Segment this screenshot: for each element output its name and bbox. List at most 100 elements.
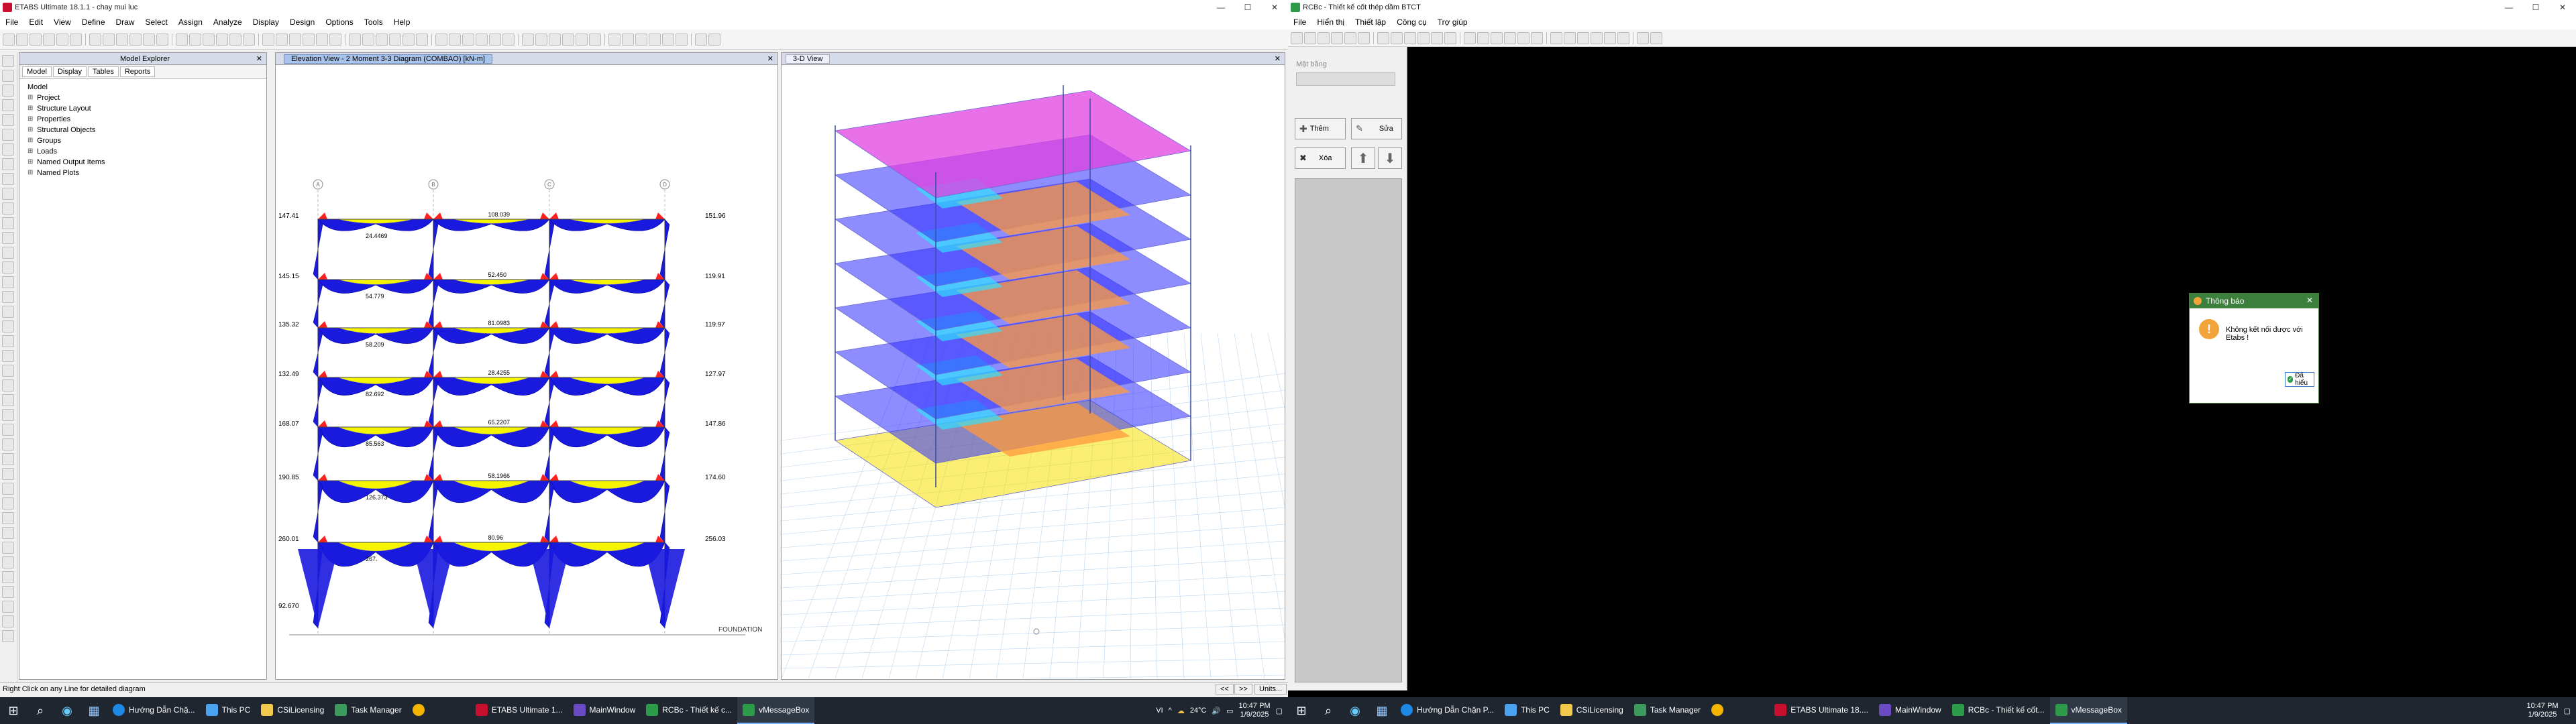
toolbar-tool-icon[interactable] (2, 202, 14, 215)
toolbar-tool-icon[interactable] (576, 33, 588, 46)
tree-item-loads[interactable]: Loads (25, 146, 261, 157)
network-icon[interactable]: ▭ (1226, 707, 1233, 715)
nav-next-button[interactable]: >> (1234, 684, 1252, 695)
toolbar-tool-icon[interactable] (1417, 32, 1430, 44)
units-button[interactable]: Units... (1254, 684, 1287, 695)
toolbar-tool-icon[interactable] (376, 33, 388, 46)
toolbar-tool-icon[interactable] (216, 33, 228, 46)
close-icon[interactable]: ✕ (2549, 0, 2576, 15)
toolbar-tool-icon[interactable] (622, 33, 634, 46)
toolbar-tool-icon[interactable] (176, 33, 188, 46)
taskbar-item-this-pc[interactable]: This PC (201, 697, 256, 724)
toolbar-tool-icon[interactable] (1377, 32, 1389, 44)
app-icon-colorful[interactable]: ◉ (54, 697, 80, 724)
toolbar-tool-icon[interactable] (103, 33, 115, 46)
tree-item-structural-objects[interactable]: Structural Objects (25, 125, 261, 135)
toolbar-tool-icon[interactable] (316, 33, 328, 46)
toolbar-tool-icon[interactable] (2, 173, 14, 185)
toolbar-tool-icon[interactable] (2, 453, 14, 465)
menu-draw[interactable]: Draw (111, 17, 140, 27)
toolbar-tool-icon[interactable] (2, 601, 14, 613)
toolbar-tool-icon[interactable] (2, 379, 14, 391)
taskbar-item-chrome[interactable] (407, 697, 430, 724)
toolbar-tool-icon[interactable] (2, 571, 14, 583)
toolbar-tool-icon[interactable] (649, 33, 661, 46)
toolbar-tool-icon[interactable] (2, 217, 14, 229)
maximize-icon[interactable]: ☐ (1234, 0, 1261, 15)
windows-start-icon[interactable]: ⊞ (0, 697, 27, 724)
moment-diagram-canvas[interactable]: A B C D FOUNDATION 147.41 145.15 135.32 132.49 16… (276, 65, 777, 678)
toolbar-tool-icon[interactable] (1404, 32, 1416, 44)
chevron-up-icon[interactable]: ^ (1169, 707, 1172, 715)
taskbar-item-edge[interactable]: Hướng Dẫn Chặ... (107, 697, 201, 724)
edit-button[interactable]: ✎ Sửa (1351, 118, 1402, 139)
elevation-view-tab[interactable]: Elevation View - 2 Moment 3-3 Diagram (C… (284, 54, 492, 64)
toolbar-tool-icon[interactable] (289, 33, 301, 46)
menu-design[interactable]: Design (284, 17, 320, 27)
taskbar-item-mainwindow[interactable]: MainWindow (568, 697, 641, 724)
toolbar-tool-icon[interactable] (1637, 32, 1649, 44)
close-icon[interactable]: ✕ (1261, 0, 1288, 15)
tab-display[interactable]: Display (52, 66, 87, 77)
toolbar-tool-icon[interactable] (476, 33, 488, 46)
toolbar-tool-icon[interactable] (1617, 32, 1629, 44)
toolbar-tool-icon[interactable] (89, 33, 101, 46)
taskbar-item-csilicensing[interactable]: CSiLicensing (1555, 697, 1629, 724)
toolbar-tool-icon[interactable] (1477, 32, 1489, 44)
tree-item-project[interactable]: Project (25, 93, 261, 103)
notification-icon[interactable]: ▢ (1276, 707, 1283, 715)
toolbar-tool-icon[interactable] (535, 33, 547, 46)
toolbar-tool-icon[interactable] (435, 33, 447, 46)
toolbar-tool-icon[interactable] (2, 468, 14, 480)
volume-icon[interactable]: 🔊 (1212, 707, 1221, 715)
taskbar-item-edge[interactable]: Hướng Dẫn Chặn P... (1395, 697, 1499, 724)
toolbar-tool-icon[interactable] (2, 291, 14, 303)
toolbar-tool-icon[interactable] (2, 483, 14, 495)
toolbar-tool-icon[interactable] (708, 33, 720, 46)
toolbar-tool-icon[interactable] (2, 424, 14, 436)
toolbar-tool-icon[interactable] (1291, 32, 1303, 44)
calendar-icon[interactable]: ▦ (80, 697, 107, 724)
toolbar-tool-icon[interactable] (449, 33, 461, 46)
menu-file[interactable]: File (0, 17, 23, 27)
toolbar-tool-icon[interactable] (502, 33, 515, 46)
tree-item-properties[interactable]: Properties (25, 114, 261, 125)
menu-help[interactable]: Trợ giúp (1432, 17, 1473, 27)
close-icon[interactable]: ✕ (256, 54, 262, 63)
toolbar-tool-icon[interactable] (1431, 32, 1443, 44)
app-icon-colorful[interactable]: ◉ (1342, 697, 1368, 724)
taskbar-item-etabs[interactable]: ETABS Ultimate 18.... (1769, 697, 1874, 724)
menu-settings[interactable]: Thiết lập (1350, 17, 1391, 27)
toolbar-tool-icon[interactable] (1577, 32, 1589, 44)
toolbar-tool-icon[interactable] (2, 70, 14, 82)
rcbc-drawing-area[interactable] (1409, 64, 2576, 697)
minimize-icon[interactable]: — (2496, 0, 2522, 15)
toolbar-tool-icon[interactable] (1517, 32, 1529, 44)
taskbar-item-vmessagebox[interactable]: vMessageBox (2049, 697, 2127, 724)
menu-tools[interactable]: Công cụ (1391, 17, 1432, 27)
toolbar-tool-icon[interactable] (635, 33, 647, 46)
weather-icon[interactable]: ☁ (1177, 707, 1185, 715)
toolbar-tool-icon[interactable] (2, 306, 14, 318)
move-down-button[interactable]: ⬇ (1378, 147, 1402, 169)
toolbar-tool-icon[interactable] (1550, 32, 1562, 44)
toolbar-tool-icon[interactable] (56, 33, 68, 46)
taskbar-item-csilicensing[interactable]: CSiLicensing (256, 697, 329, 724)
toolbar-tool-icon[interactable] (416, 33, 428, 46)
floor-plan-select[interactable] (1296, 72, 1395, 86)
toolbar-tool-icon[interactable] (462, 33, 474, 46)
toolbar-tool-icon[interactable] (2, 129, 14, 141)
toolbar-tool-icon[interactable] (116, 33, 128, 46)
toolbar-tool-icon[interactable] (2, 586, 14, 598)
toolbar-tool-icon[interactable] (70, 33, 82, 46)
toolbar-tool-icon[interactable] (2, 320, 14, 333)
toolbar-tool-icon[interactable] (676, 33, 688, 46)
toolbar-tool-icon[interactable] (1464, 32, 1476, 44)
toolbar-tool-icon[interactable] (229, 33, 241, 46)
toolbar-tool-icon[interactable] (276, 33, 288, 46)
toolbar-tool-icon[interactable] (389, 33, 401, 46)
close-icon[interactable]: ✕ (767, 54, 773, 63)
ok-button[interactable]: ✓ Đã hiểu (2285, 372, 2314, 387)
menu-tools[interactable]: Tools (359, 17, 388, 27)
temperature[interactable]: 24°C (1190, 707, 1207, 715)
